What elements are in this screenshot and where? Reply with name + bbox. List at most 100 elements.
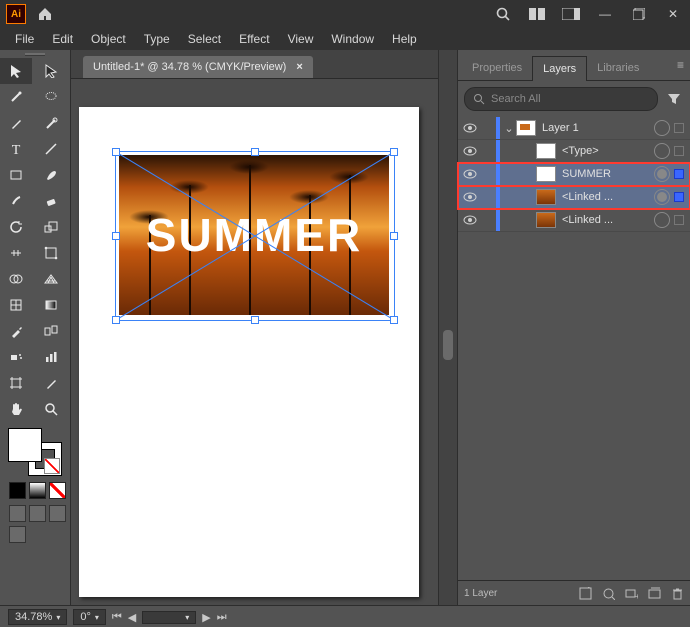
scrollbar-thumb[interactable] [443, 330, 453, 360]
draw-behind-icon[interactable] [29, 505, 46, 522]
eyedropper-tool[interactable] [0, 318, 32, 344]
handle-s[interactable] [251, 316, 259, 324]
toolbox-grip[interactable] [0, 50, 70, 58]
artboard-next-icon[interactable]: ▶ [202, 611, 210, 624]
artboard[interactable]: SUMMER [79, 107, 419, 597]
target-icon[interactable] [654, 166, 670, 182]
scale-tool[interactable] [35, 214, 67, 240]
selection-indicator[interactable] [674, 146, 684, 156]
rectangle-tool[interactable] [0, 162, 32, 188]
line-tool[interactable] [35, 136, 67, 162]
target-icon[interactable] [654, 212, 670, 228]
visibility-toggle-icon[interactable] [458, 123, 482, 133]
panel-menu-icon[interactable]: ≡ [677, 58, 684, 72]
rotate-field[interactable]: 0°▾ [73, 609, 106, 625]
handle-w[interactable] [112, 232, 120, 240]
layer-row[interactable]: <Linked ... [458, 186, 690, 209]
artboard-prev-first-icon[interactable]: ⏮ [112, 611, 122, 624]
handle-ne[interactable] [390, 148, 398, 156]
menu-effect[interactable]: Effect [230, 29, 278, 49]
menu-edit[interactable]: Edit [43, 29, 82, 49]
menu-select[interactable]: Select [179, 29, 230, 49]
selection-bounding-box[interactable] [115, 151, 395, 321]
layer-row[interactable]: <Linked ... [458, 209, 690, 232]
menu-object[interactable]: Object [82, 29, 135, 49]
document-tab[interactable]: Untitled-1* @ 34.78 % (CMYK/Preview) × [83, 56, 313, 78]
layers-search-input[interactable]: Search All [464, 87, 658, 111]
fill-swatch[interactable] [8, 428, 42, 462]
eraser-tool[interactable] [35, 188, 67, 214]
mesh-tool[interactable] [0, 292, 32, 318]
paintbrush-tool[interactable] [35, 162, 67, 188]
handle-n[interactable] [251, 148, 259, 156]
layer-row[interactable]: <Type> [458, 140, 690, 163]
fill-stroke-controls[interactable] [0, 422, 70, 549]
handle-nw[interactable] [112, 148, 120, 156]
column-graph-tool[interactable] [35, 344, 67, 370]
handle-e[interactable] [390, 232, 398, 240]
symbol-sprayer-tool[interactable] [0, 344, 32, 370]
artboard-next-last-icon[interactable]: ⏭ [217, 611, 227, 624]
visibility-toggle-icon[interactable] [458, 192, 482, 202]
layer-row[interactable]: SUMMER [458, 163, 690, 186]
rotate-tool[interactable] [0, 214, 32, 240]
layer-name[interactable]: Layer 1 [542, 122, 654, 134]
menu-view[interactable]: View [279, 29, 323, 49]
layer-thumbnail[interactable] [536, 143, 556, 159]
selection-indicator[interactable] [674, 215, 684, 225]
screen-mode-icon[interactable] [9, 526, 26, 543]
lasso-tool[interactable] [35, 84, 67, 110]
hand-tool[interactable] [0, 396, 32, 422]
layer-thumbnail[interactable] [516, 120, 536, 136]
search-icon[interactable] [486, 0, 520, 28]
gradient-tool[interactable] [35, 292, 67, 318]
window-close-icon[interactable]: ✕ [656, 0, 690, 28]
visibility-toggle-icon[interactable] [458, 169, 482, 179]
close-tab-icon[interactable]: × [296, 61, 302, 73]
window-minimize-icon[interactable]: — [588, 0, 622, 28]
menu-type[interactable]: Type [135, 29, 179, 49]
workspace-switcher-icon[interactable] [554, 0, 588, 28]
layer-row[interactable]: ⌄ Layer 1 [458, 117, 690, 140]
curvature-tool[interactable] [35, 110, 67, 136]
draw-inside-icon[interactable] [49, 505, 66, 522]
menu-window[interactable]: Window [322, 29, 383, 49]
slice-tool[interactable] [35, 370, 67, 396]
draw-normal-icon[interactable] [9, 505, 26, 522]
blend-tool[interactable] [35, 318, 67, 344]
home-icon[interactable] [34, 3, 56, 25]
direct-selection-tool[interactable] [35, 58, 67, 84]
shape-builder-tool[interactable] [0, 266, 32, 292]
handle-sw[interactable] [112, 316, 120, 324]
arrange-docs-icon[interactable] [520, 0, 554, 28]
menu-help[interactable]: Help [383, 29, 426, 49]
layer-name[interactable]: <Linked ... [562, 214, 654, 226]
perspective-grid-tool[interactable] [35, 266, 67, 292]
type-tool[interactable]: T [0, 136, 32, 162]
artboard-nav-field[interactable]: ▾ [142, 611, 196, 624]
canvas[interactable]: SUMMER [71, 79, 438, 605]
new-sublayer-icon[interactable]: + [625, 587, 638, 600]
collapsed-panel-rail[interactable] [438, 50, 457, 605]
swap-fill-stroke-icon[interactable] [44, 458, 60, 474]
artboard-prev-icon[interactable]: ◀ [128, 611, 136, 624]
delete-layer-icon[interactable] [671, 587, 684, 600]
selection-tool[interactable] [0, 58, 32, 84]
expand-toggle-icon[interactable]: ⌄ [502, 122, 516, 135]
menu-file[interactable]: File [6, 29, 43, 49]
tab-libraries[interactable]: Libraries [587, 56, 649, 80]
tab-properties[interactable]: Properties [462, 56, 532, 80]
magic-wand-tool[interactable] [0, 84, 32, 110]
window-restore-icon[interactable] [622, 0, 656, 28]
layer-thumbnail[interactable] [536, 166, 556, 182]
handle-se[interactable] [390, 316, 398, 324]
make-clipping-mask-icon[interactable] [602, 587, 615, 600]
target-icon[interactable] [654, 189, 670, 205]
shaper-tool[interactable] [0, 188, 32, 214]
filter-icon[interactable] [664, 88, 684, 110]
visibility-toggle-icon[interactable] [458, 146, 482, 156]
pen-tool[interactable] [0, 110, 32, 136]
selection-indicator[interactable] [674, 192, 684, 202]
color-mode-icon[interactable] [9, 482, 26, 499]
zoom-tool[interactable] [35, 396, 67, 422]
